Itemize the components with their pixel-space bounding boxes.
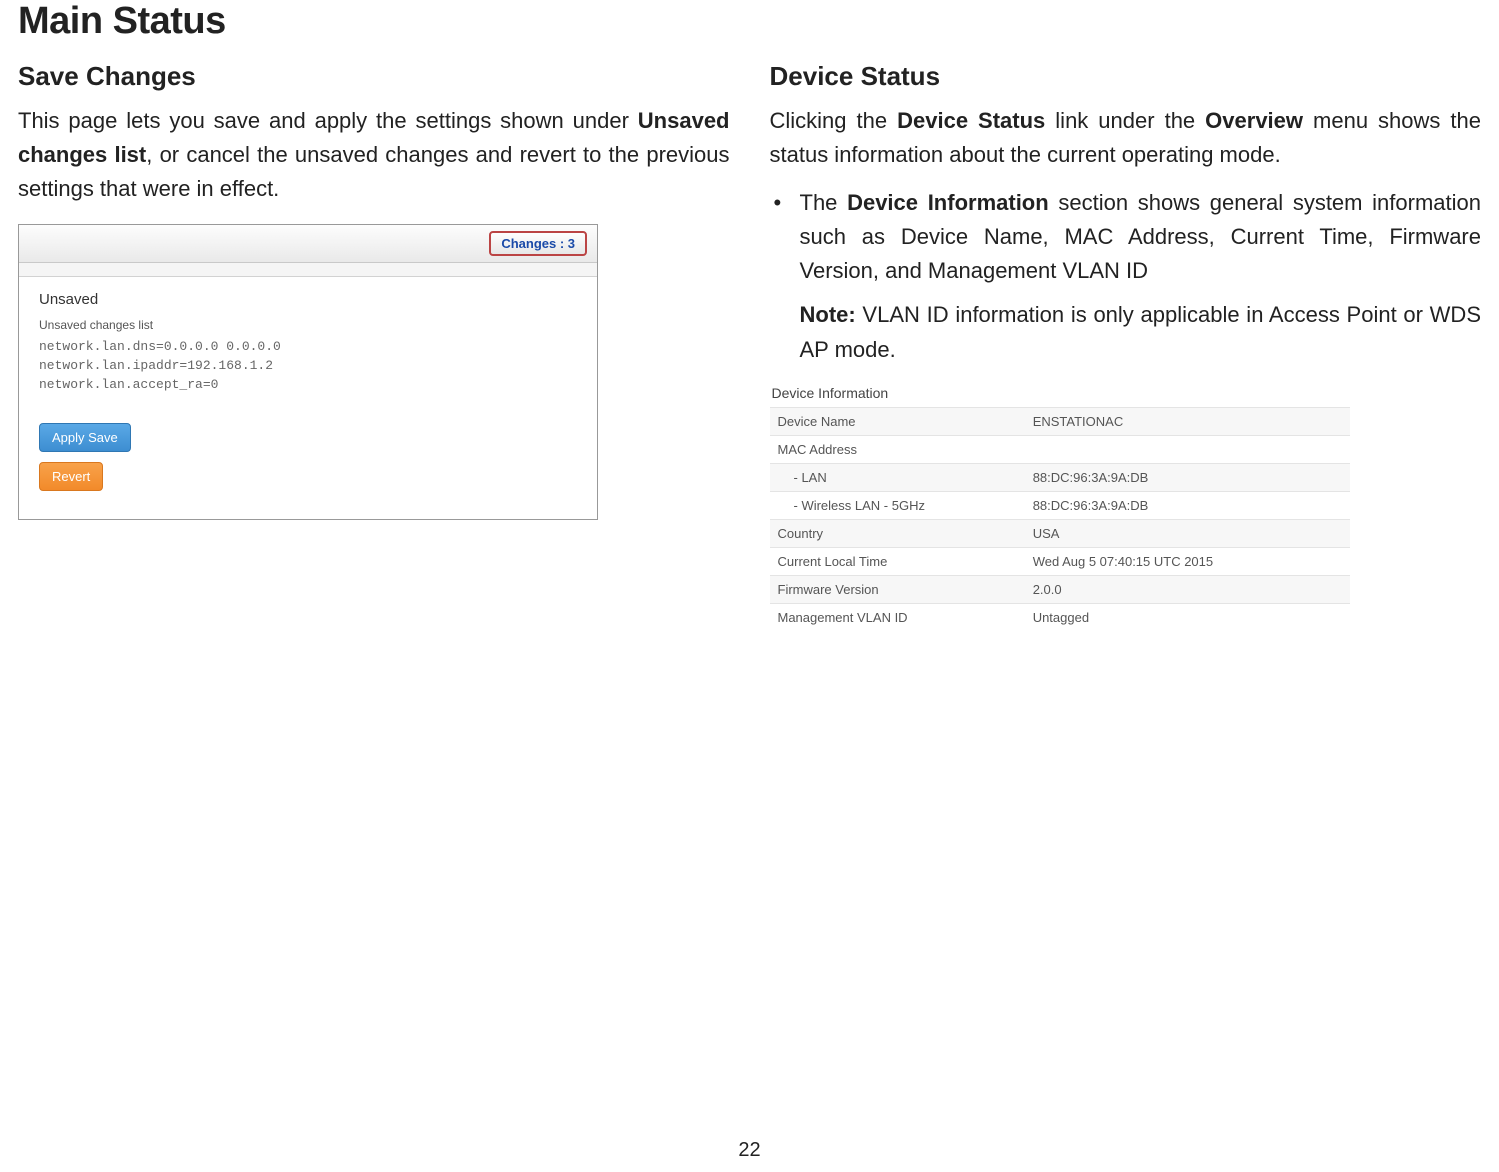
device-information-bold: Device Information xyxy=(847,190,1049,215)
table-row: MAC Address xyxy=(770,435,1350,463)
note-paragraph: Note: VLAN ID information is only applic… xyxy=(770,298,1482,366)
document-page: Main Status Save Changes This page lets … xyxy=(0,0,1499,1172)
cell-value xyxy=(1025,435,1350,463)
apply-save-button[interactable]: Apply Save xyxy=(39,423,131,452)
pre-line: network.lan.accept_ra=0 xyxy=(39,377,218,392)
revert-button[interactable]: Revert xyxy=(39,462,103,491)
note-label: Note: xyxy=(800,302,856,327)
cell-value: 88:DC:96:3A:9A:DB xyxy=(1025,491,1350,519)
text: This page lets you save and apply the se… xyxy=(18,108,638,133)
table-row: Management VLAN ID Untagged xyxy=(770,603,1350,631)
device-information-screenshot: Device Information Device Name ENSTATION… xyxy=(770,381,1350,631)
screenshot-topbar: Changes : 3 xyxy=(19,225,597,263)
device-status-lead: Clicking the Device Status link under th… xyxy=(770,104,1482,172)
save-changes-paragraph: This page lets you save and apply the se… xyxy=(18,104,730,206)
device-information-title: Device Information xyxy=(770,381,1350,407)
cell-key: Country xyxy=(770,519,1025,547)
cell-value: 2.0.0 xyxy=(1025,575,1350,603)
table-row: Firmware Version 2.0.0 xyxy=(770,575,1350,603)
cell-value: ENSTATIONAC xyxy=(1025,407,1350,435)
cell-key: Device Name xyxy=(770,407,1025,435)
unsaved-list-label: Unsaved changes list xyxy=(39,318,577,332)
cell-key: Current Local Time xyxy=(770,547,1025,575)
page-title: Main Status xyxy=(18,0,1481,43)
device-status-heading: Device Status xyxy=(770,61,1482,92)
page-number: 22 xyxy=(0,1139,1499,1162)
list-item: The Device Information section shows gen… xyxy=(770,186,1482,288)
table-row: Country USA xyxy=(770,519,1350,547)
cell-key: MAC Address xyxy=(770,435,1025,463)
save-changes-screenshot: Changes : 3 Unsaved Unsaved changes list… xyxy=(18,224,598,520)
pre-line: network.lan.ipaddr=192.168.1.2 xyxy=(39,358,273,373)
cell-key: - LAN xyxy=(770,463,1025,491)
cell-value: USA xyxy=(1025,519,1350,547)
table-row: Current Local Time Wed Aug 5 07:40:15 UT… xyxy=(770,547,1350,575)
two-column-layout: Save Changes This page lets you save and… xyxy=(18,61,1481,631)
cell-value: Wed Aug 5 07:40:15 UTC 2015 xyxy=(1025,547,1350,575)
pre-line: network.lan.dns=0.0.0.0 0.0.0.0 xyxy=(39,339,281,354)
unsaved-heading: Unsaved xyxy=(39,291,577,308)
changes-count-button[interactable]: Changes : 3 xyxy=(489,231,587,256)
cell-key: - Wireless LAN - 5GHz xyxy=(770,491,1025,519)
save-changes-heading: Save Changes xyxy=(18,61,730,92)
bullet-list: The Device Information section shows gen… xyxy=(770,186,1482,288)
table-row: - Wireless LAN - 5GHz 88:DC:96:3A:9A:DB xyxy=(770,491,1350,519)
table-row: Device Name ENSTATIONAC xyxy=(770,407,1350,435)
divider xyxy=(19,263,597,277)
screenshot-body: Unsaved Unsaved changes list network.lan… xyxy=(19,277,597,519)
right-column: Device Status Clicking the Device Status… xyxy=(770,61,1482,631)
unsaved-changes-pre: network.lan.dns=0.0.0.0 0.0.0.0 network.… xyxy=(39,338,577,395)
left-column: Save Changes This page lets you save and… xyxy=(18,61,730,631)
overview-bold: Overview xyxy=(1205,108,1303,133)
table-row: - LAN 88:DC:96:3A:9A:DB xyxy=(770,463,1350,491)
device-status-bold: Device Status xyxy=(897,108,1045,133)
cell-key: Management VLAN ID xyxy=(770,603,1025,631)
text: link under the xyxy=(1045,108,1205,133)
cell-value: 88:DC:96:3A:9A:DB xyxy=(1025,463,1350,491)
cell-value: Untagged xyxy=(1025,603,1350,631)
cell-key: Firmware Version xyxy=(770,575,1025,603)
text: Clicking the xyxy=(770,108,898,133)
note-text: VLAN ID information is only applicable i… xyxy=(800,302,1482,361)
text: The xyxy=(800,190,848,215)
device-information-table: Device Name ENSTATIONAC MAC Address - LA… xyxy=(770,407,1350,631)
